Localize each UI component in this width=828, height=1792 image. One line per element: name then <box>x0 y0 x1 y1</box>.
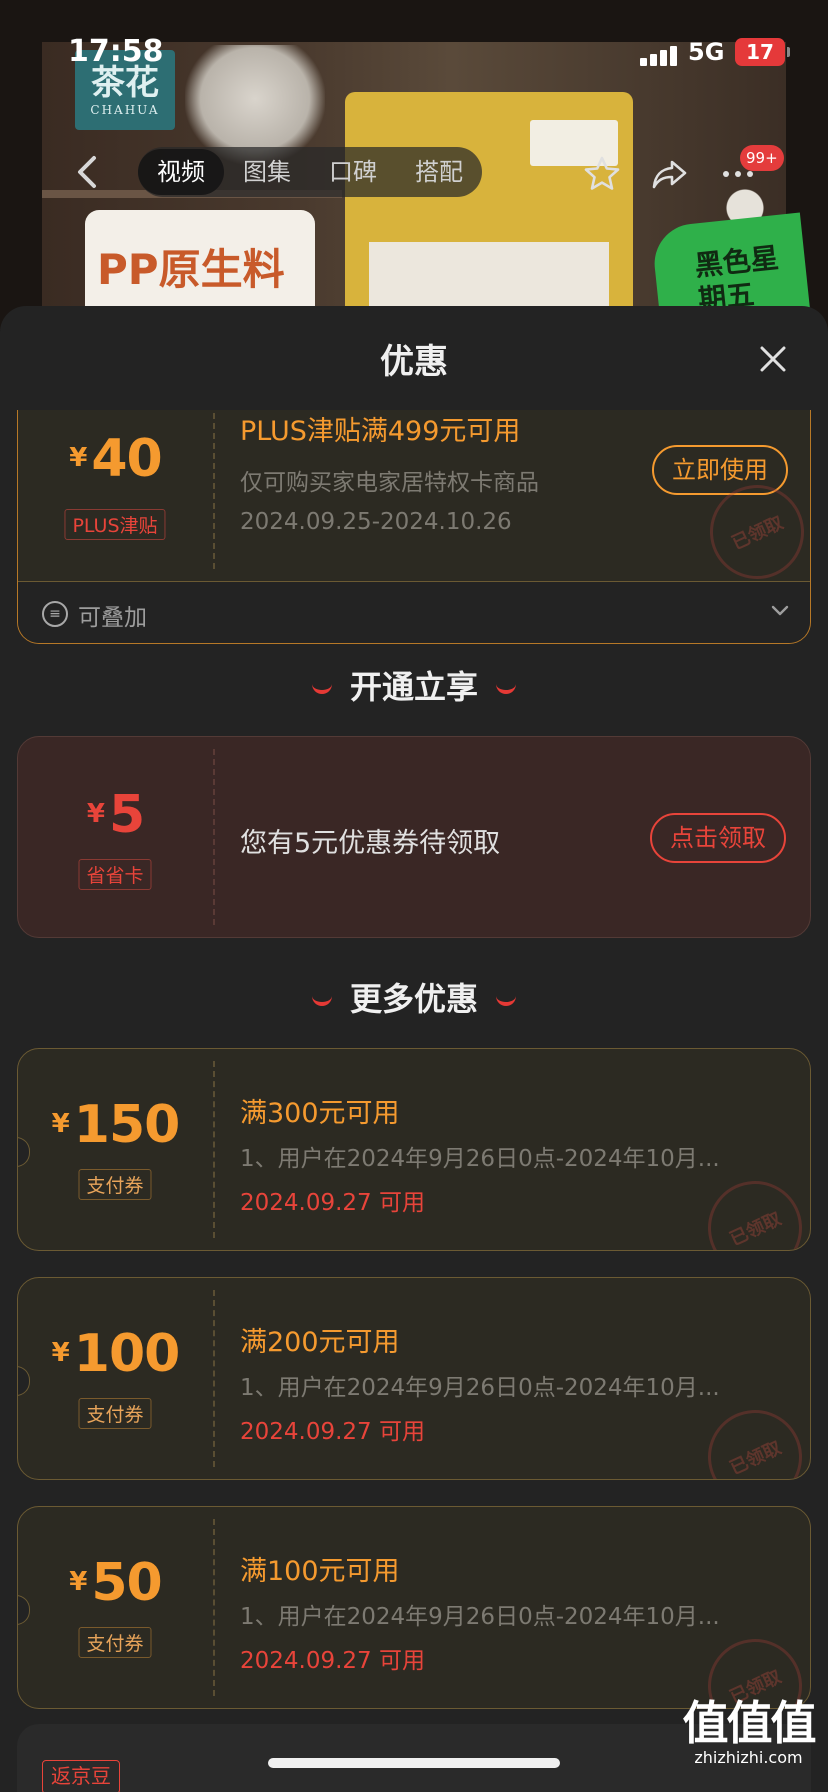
amount-value: 40 <box>91 429 162 489</box>
stackable-row[interactable]: ≡ 可叠加 <box>18 581 810 643</box>
storage-bin-image <box>345 92 633 330</box>
share-button[interactable] <box>648 152 692 196</box>
currency-symbol: ¥ <box>51 1338 70 1368</box>
tab-reviews[interactable]: 口碑 <box>310 149 396 195</box>
coupon-date: 2024.09.27 可用 <box>240 1419 425 1445</box>
coupon-divider <box>213 749 215 925</box>
notification-badge: 99+ <box>740 145 784 171</box>
coupon-amount: ¥50 <box>18 1553 213 1613</box>
stackable-label: 可叠加 <box>78 605 147 631</box>
coupon-tag: PLUS津贴 <box>64 509 166 540</box>
coupon-sheet: 优惠 ¥40 PLUS津贴 PLUS津贴满499元可用 仅可购买家电家居特权卡商… <box>0 306 828 1792</box>
coupon-title: 满300元可用 <box>240 1098 400 1129</box>
plus-coupon-body: ¥40 PLUS津贴 PLUS津贴满499元可用 仅可购买家电家居特权卡商品 2… <box>18 410 810 595</box>
tab-match[interactable]: 搭配 <box>396 149 482 195</box>
coupon-date: 2024.09.27 可用 <box>240 1648 425 1674</box>
tab-gallery[interactable]: 图集 <box>224 149 310 195</box>
pay-coupon-card[interactable]: ¥150 支付券 满300元可用 1、用户在2024年9月26日0点-2024年… <box>17 1048 811 1251</box>
coupon-date: 2024.09.27 可用 <box>240 1190 425 1216</box>
share-icon <box>652 160 687 189</box>
claim-button[interactable]: 点击领取 <box>650 813 786 863</box>
save-card-coupon: ¥5 省省卡 您有5元优惠券待领取 点击领取 <box>17 736 811 938</box>
coupon-amount: ¥150 <box>18 1095 213 1155</box>
signal-icon <box>640 44 678 66</box>
coupon-amount: ¥5 <box>18 785 213 845</box>
watermark-logo: 值值值 <box>682 1696 817 1750</box>
jingdou-tag: 返京豆 <box>42 1760 120 1792</box>
chevron-down-icon <box>770 600 790 625</box>
media-tabs: 视频 图集 口碑 搭配 <box>138 147 482 197</box>
status-bar: 17:58 5G 17 <box>0 0 828 100</box>
coupon-title: 满100元可用 <box>240 1556 400 1587</box>
amount-value: 100 <box>73 1324 181 1384</box>
chevron-left-icon <box>78 156 96 188</box>
favorite-button[interactable] <box>580 152 624 196</box>
back-button[interactable] <box>70 152 106 192</box>
home-indicator[interactable] <box>268 1758 560 1768</box>
section-heading-open: 开通立享 <box>0 662 828 708</box>
pay-coupon-card[interactable]: ¥50 支付券 满100元可用 1、用户在2024年9月26日0点-2024年1… <box>17 1506 811 1709</box>
coupon-description: 1、用户在2024年9月26日0点-2024年10月... <box>240 1146 720 1172</box>
amount-value: 150 <box>73 1095 181 1155</box>
stamp-text: 已领取 <box>728 512 787 555</box>
claimed-stamp: 已领取 <box>692 1165 810 1251</box>
material-label: PP原生料 <box>85 210 315 320</box>
coupon-tag: 支付券 <box>78 1398 152 1429</box>
coupon-message: 您有5元优惠券待领取 <box>240 828 501 859</box>
coupon-divider <box>213 1061 215 1238</box>
section-heading-text: 开通立享 <box>349 668 478 706</box>
status-time: 17:58 <box>68 34 164 69</box>
coupon-tag: 支付券 <box>78 1169 152 1200</box>
tab-video[interactable]: 视频 <box>138 149 224 195</box>
coupon-amount: ¥100 <box>18 1324 213 1384</box>
coupon-title: 满200元可用 <box>240 1327 400 1358</box>
currency-symbol: ¥ <box>86 799 105 829</box>
coupon-title: PLUS津贴满499元可用 <box>240 416 521 447</box>
close-button[interactable] <box>756 342 790 376</box>
plus-coupon-card: ¥40 PLUS津贴 PLUS津贴满499元可用 仅可购买家电家居特权卡商品 2… <box>17 410 811 644</box>
pay-coupon-card[interactable]: ¥100 支付券 满200元可用 1、用户在2024年9月26日0点-2024年… <box>17 1277 811 1480</box>
section-heading-text: 更多优惠 <box>349 980 478 1018</box>
coupon-description: 1、用户在2024年9月26日0点-2024年10月... <box>240 1375 720 1401</box>
currency-symbol: ¥ <box>69 443 88 473</box>
close-icon <box>760 346 786 372</box>
coupon-scope: 仅可购买家电家居特权卡商品 <box>240 470 539 496</box>
coupon-amount: ¥40 <box>18 429 213 489</box>
claimed-stamp: 已领取 <box>692 1394 810 1480</box>
coupon-description: 1、用户在2024年9月26日0点-2024年10月... <box>240 1604 720 1630</box>
coupon-tag: 省省卡 <box>78 859 152 890</box>
stamp-text: 已领取 <box>726 1437 785 1480</box>
coupon-list[interactable]: ¥40 PLUS津贴 PLUS津贴满499元可用 仅可购买家电家居特权卡商品 2… <box>0 410 828 1792</box>
smile-icon <box>496 996 516 1006</box>
coupon-validity: 2024.09.25-2024.10.26 <box>240 509 512 535</box>
smile-icon <box>311 996 332 1006</box>
amount-value: 5 <box>108 785 145 845</box>
battery-icon: 17 <box>735 38 790 66</box>
network-type: 5G <box>688 38 725 66</box>
sheet-title: 优惠 <box>380 342 448 382</box>
brand-logo-en: CHAHUA <box>90 103 160 117</box>
amount-value: 50 <box>91 1553 162 1613</box>
watermark-url: zhizhizhi.com <box>694 1748 803 1767</box>
site-watermark: 值值值 zhizhizhi.com <box>676 1698 821 1767</box>
section-heading-more: 更多优惠 <box>0 974 828 1020</box>
coupon-divider <box>213 1290 215 1467</box>
smile-icon <box>311 684 332 694</box>
star-icon <box>584 156 620 190</box>
stack-icon: ≡ <box>42 601 68 627</box>
stamp-text: 已领取 <box>726 1208 785 1251</box>
smile-icon <box>496 684 516 694</box>
currency-symbol: ¥ <box>69 1567 88 1597</box>
coupon-divider <box>213 410 215 569</box>
coupon-tag: 支付券 <box>78 1627 152 1658</box>
currency-symbol: ¥ <box>51 1109 70 1139</box>
coupon-divider <box>213 1519 215 1696</box>
